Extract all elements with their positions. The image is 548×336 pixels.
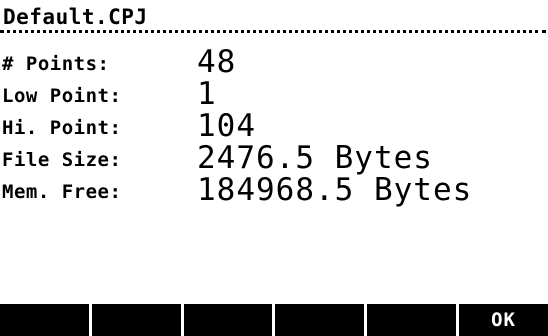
softkey-2[interactable] <box>91 304 181 336</box>
mem-free-label: Mem. Free: <box>2 181 122 203</box>
low-point-value: 1 <box>197 76 217 112</box>
ok-button[interactable]: OK <box>459 304 548 336</box>
title-divider <box>0 30 546 33</box>
hi-point-value: 104 <box>197 108 256 144</box>
softkey-bar: OK <box>0 304 548 336</box>
mem-free-value: 184968.5 Bytes <box>197 172 473 208</box>
hi-point-label: Hi. Point: <box>2 117 122 139</box>
info-row-low-point: Low Point: 1 <box>0 76 548 112</box>
calculator-screen: Default.CPJ # Points: 48 Low Point: 1 Hi… <box>0 0 548 336</box>
file-size-value: 2476.5 Bytes <box>197 140 433 176</box>
softkey-1[interactable] <box>0 304 89 336</box>
softkey-4[interactable] <box>275 304 365 336</box>
points-label: # Points: <box>2 53 110 75</box>
info-row-points: # Points: 48 <box>0 44 548 80</box>
low-point-label: Low Point: <box>2 85 122 107</box>
softkey-5[interactable] <box>367 304 457 336</box>
softkey-3[interactable] <box>183 304 273 336</box>
points-value: 48 <box>197 44 237 80</box>
file-title: Default.CPJ <box>3 5 148 29</box>
info-row-file-size: File Size: 2476.5 Bytes <box>0 140 548 176</box>
info-row-hi-point: Hi. Point: 104 <box>0 108 548 144</box>
file-size-label: File Size: <box>2 149 122 171</box>
info-row-mem-free: Mem. Free: 184968.5 Bytes <box>0 172 548 208</box>
